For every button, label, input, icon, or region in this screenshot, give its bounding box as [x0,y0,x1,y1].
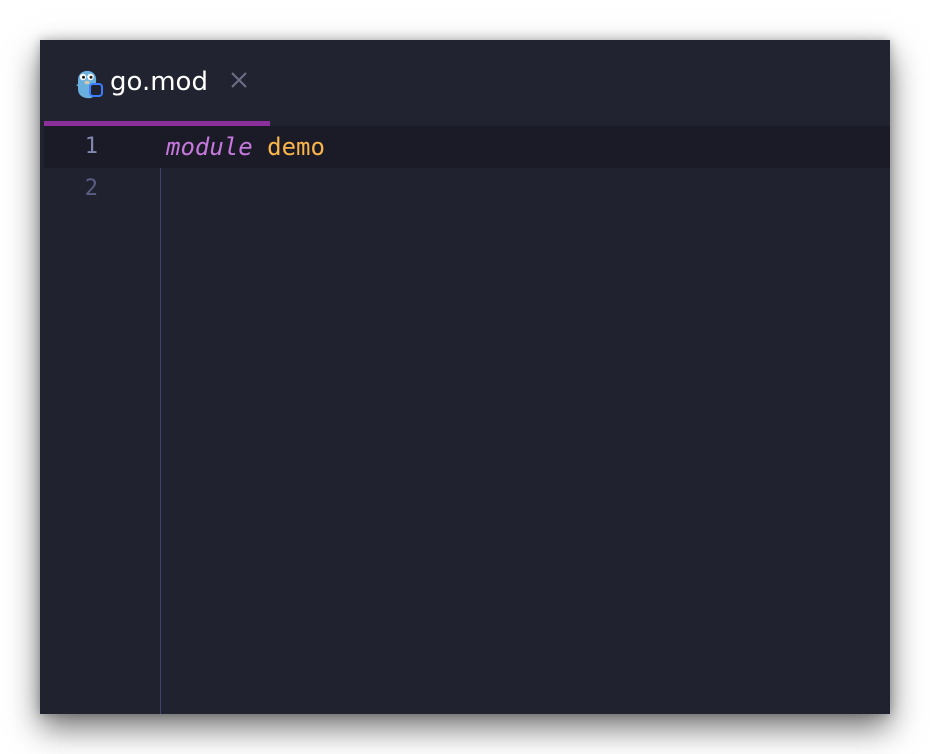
code-line-2[interactable]: 2 [44,168,890,210]
module-name-token: demo [267,133,325,161]
line-number: 1 [84,134,98,159]
code-editor[interactable]: 1 module demo 2 [44,126,890,714]
line-number: 2 [84,176,98,201]
code-line-1[interactable]: 1 module demo [44,126,890,168]
go-gopher-icon [72,68,104,100]
editor-window: go.mod 1 module demo 2 [40,40,890,714]
code-text[interactable]: module demo [166,126,325,168]
keyword-token: module [166,133,253,161]
tab-label: go.mod [110,67,208,97]
tab-go-mod[interactable]: go.mod [44,40,270,126]
close-icon[interactable] [228,69,250,91]
gutter-divider [160,126,161,714]
tab-bar: go.mod [40,40,890,126]
